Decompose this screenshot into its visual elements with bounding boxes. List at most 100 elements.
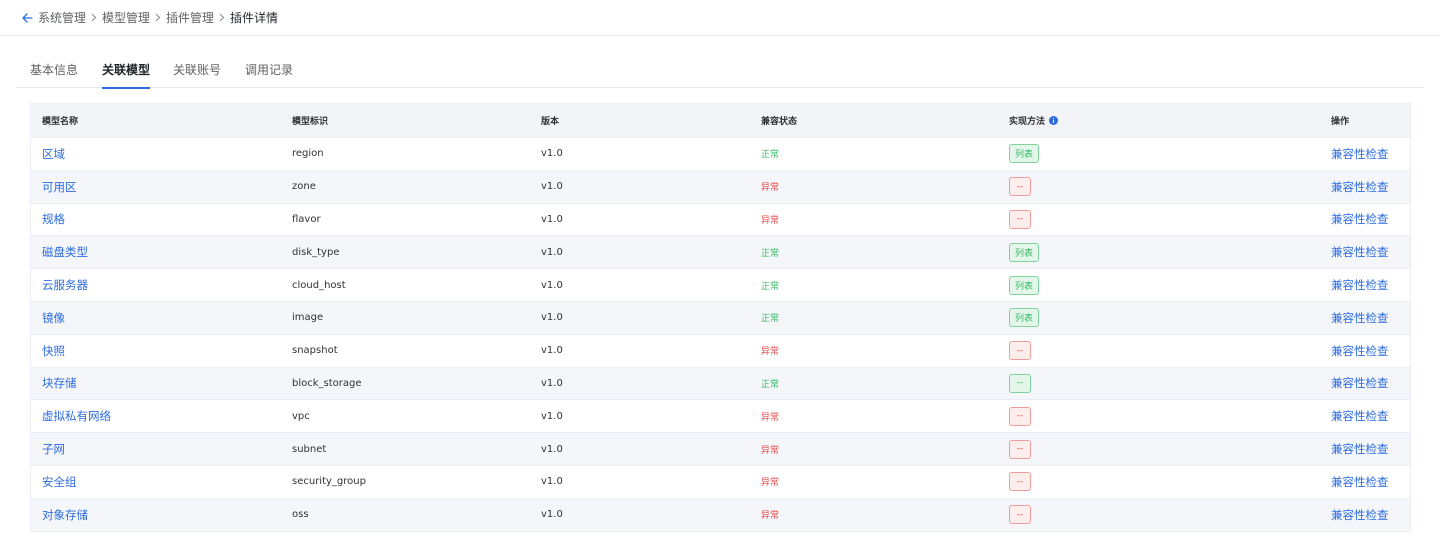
model-name-link[interactable]: 区域 bbox=[42, 146, 65, 162]
compat-status-text: 异常 bbox=[761, 445, 780, 456]
compat-status-text: 正常 bbox=[761, 314, 780, 325]
table-row: 子网 subnet v1.0 异常 -- 兼容性检查 bbox=[31, 432, 1410, 465]
compat-check-link[interactable]: 兼容性检查 bbox=[1331, 277, 1389, 293]
table-body: 区域 region v1.0 正常 列表 兼容性检查 可用区 zone v1.0 异常 -- 兼容性检… bbox=[31, 137, 1410, 531]
compat-check-link[interactable]: 兼容性检查 bbox=[1331, 244, 1389, 260]
model-name-link[interactable]: 规格 bbox=[42, 211, 65, 227]
impl-method-cell: -- bbox=[1009, 368, 1031, 400]
model-name-link[interactable]: 磁盘类型 bbox=[42, 244, 88, 260]
compat-check-cell: 兼容性检查 bbox=[1331, 400, 1389, 432]
impl-method-tag: -- bbox=[1009, 406, 1031, 426]
compat-check-link[interactable]: 兼容性检查 bbox=[1331, 146, 1389, 162]
breadcrumb-plugin-detail: 插件详情 bbox=[230, 11, 279, 25]
version-cell: v1.0 bbox=[541, 181, 563, 193]
compat-status-text: 异常 bbox=[761, 511, 780, 522]
impl-method-cell: -- bbox=[1009, 499, 1031, 531]
header-impl-method: 实现方法 bbox=[1009, 104, 1059, 137]
compat-check-cell: 兼容性检查 bbox=[1331, 335, 1389, 367]
impl-method-cell: -- bbox=[1009, 433, 1031, 465]
model-name-cell: 对象存储 bbox=[42, 499, 88, 531]
compat-check-link[interactable]: 兼容性检查 bbox=[1331, 310, 1389, 326]
compat-status-text: 正常 bbox=[761, 281, 780, 292]
version-cell: v1.0 bbox=[541, 312, 563, 324]
compat-status-text: 异常 bbox=[761, 215, 780, 226]
compat-check-link[interactable]: 兼容性检查 bbox=[1331, 343, 1389, 359]
model-name-link[interactable]: 块存储 bbox=[42, 375, 77, 391]
header-operations: 操作 bbox=[1331, 117, 1350, 127]
compat-check-link[interactable]: 兼容性检查 bbox=[1331, 179, 1389, 195]
compat-check-cell: 兼容性检查 bbox=[1331, 138, 1389, 170]
compat-check-cell: 兼容性检查 bbox=[1331, 236, 1389, 268]
model-name-link[interactable]: 对象存储 bbox=[42, 507, 88, 523]
tab-basic-info[interactable]: 基本信息 bbox=[30, 53, 78, 88]
compat-status-cell: 异常 bbox=[761, 171, 779, 203]
compat-status-cell: 正常 bbox=[761, 368, 779, 400]
impl-method-tag: 列表 bbox=[1009, 275, 1040, 295]
model-name-cell: 快照 bbox=[42, 335, 65, 367]
compat-check-link[interactable]: 兼容性检查 bbox=[1331, 408, 1389, 424]
model-id-cell: zone bbox=[292, 181, 316, 193]
table-row: 镜像 image v1.0 正常 列表 兼容性检查 bbox=[31, 300, 1410, 334]
model-name-cell: 子网 bbox=[42, 433, 65, 465]
model-name-cell: 安全组 bbox=[42, 466, 77, 498]
compat-check-link[interactable]: 兼容性检查 bbox=[1331, 211, 1389, 227]
compat-check-link[interactable]: 兼容性检查 bbox=[1331, 441, 1389, 457]
impl-method-cell: 列表 bbox=[1009, 138, 1040, 170]
model-name-cell: 云服务器 bbox=[42, 269, 88, 301]
impl-method-cell: -- bbox=[1009, 400, 1031, 432]
model-id-cell: cloud_host bbox=[292, 279, 346, 291]
model-id-cell: region bbox=[292, 148, 324, 160]
tab-related-models[interactable]: 关联模型 bbox=[102, 53, 151, 89]
compat-status-cell: 异常 bbox=[761, 335, 779, 367]
table-row: 区域 region v1.0 正常 列表 兼容性检查 bbox=[31, 137, 1410, 170]
version-cell: v1.0 bbox=[541, 443, 563, 455]
compat-status-cell: 异常 bbox=[761, 466, 779, 498]
compat-check-link[interactable]: 兼容性检查 bbox=[1331, 474, 1389, 490]
version-cell: v1.0 bbox=[541, 345, 563, 357]
compat-status-cell: 异常 bbox=[761, 204, 779, 236]
compat-check-cell: 兼容性检查 bbox=[1331, 466, 1389, 498]
model-name-cell: 磁盘类型 bbox=[42, 236, 88, 268]
model-name-cell: 虚拟私有网络 bbox=[42, 400, 111, 432]
compat-check-cell: 兼容性检查 bbox=[1331, 204, 1389, 236]
table-row: 规格 flavor v1.0 异常 -- 兼容性检查 bbox=[31, 202, 1410, 236]
version-cell: v1.0 bbox=[541, 377, 563, 389]
compat-status-text: 正常 bbox=[761, 379, 780, 390]
breadcrumb-model-management[interactable]: 模型管理 bbox=[102, 9, 150, 26]
model-id-cell: block_storage bbox=[292, 377, 362, 389]
table-row: 快照 snapshot v1.0 异常 -- 兼容性检查 bbox=[31, 333, 1410, 367]
table-row: 对象存储 oss v1.0 异常 -- 兼容性检查 bbox=[31, 497, 1410, 531]
compat-status-cell: 正常 bbox=[761, 302, 779, 334]
tab-bar: 基本信息 关联模型 关联账号 调用记录 bbox=[16, 53, 1424, 89]
tab-related-accounts[interactable]: 关联账号 bbox=[173, 53, 221, 88]
version-cell: v1.0 bbox=[541, 279, 563, 291]
compat-check-link[interactable]: 兼容性检查 bbox=[1331, 507, 1389, 523]
models-table: 模型名称 模型标识 版本 兼容状态 实现方法 操作 区域 region v1.0 正常… bbox=[30, 103, 1411, 532]
model-id-cell: snapshot bbox=[292, 345, 338, 357]
breadcrumb-system-management[interactable]: 系统管理 bbox=[38, 9, 86, 26]
table-row: 磁盘类型 disk_type v1.0 正常 列表 兼容性检查 bbox=[31, 235, 1410, 269]
compat-check-cell: 兼容性检查 bbox=[1331, 302, 1389, 334]
model-id-cell: subnet bbox=[292, 443, 327, 455]
model-id-cell: oss bbox=[292, 509, 309, 521]
compat-check-link[interactable]: 兼容性检查 bbox=[1331, 375, 1389, 391]
model-name-link[interactable]: 快照 bbox=[42, 343, 65, 359]
version-cell: v1.0 bbox=[541, 148, 563, 160]
header-model-id: 模型标识 bbox=[292, 117, 329, 127]
version-cell: v1.0 bbox=[541, 476, 563, 488]
model-name-link[interactable]: 虚拟私有网络 bbox=[42, 408, 111, 424]
tab-call-records[interactable]: 调用记录 bbox=[245, 53, 293, 88]
breadcrumb-plugin-management[interactable]: 插件管理 bbox=[166, 9, 214, 26]
model-name-link[interactable]: 云服务器 bbox=[42, 277, 88, 293]
model-name-link[interactable]: 子网 bbox=[42, 441, 65, 457]
model-name-link[interactable]: 可用区 bbox=[42, 179, 77, 195]
model-name-link[interactable]: 镜像 bbox=[42, 310, 65, 326]
compat-status-cell: 正常 bbox=[761, 236, 779, 268]
model-name-link[interactable]: 安全组 bbox=[42, 474, 77, 490]
chevron-right-icon bbox=[151, 11, 165, 25]
back-arrow-icon[interactable] bbox=[20, 11, 34, 25]
info-icon[interactable] bbox=[1049, 116, 1059, 125]
model-id-cell: image bbox=[292, 312, 324, 324]
impl-method-cell: -- bbox=[1009, 466, 1031, 498]
model-id-cell: disk_type bbox=[292, 246, 340, 258]
